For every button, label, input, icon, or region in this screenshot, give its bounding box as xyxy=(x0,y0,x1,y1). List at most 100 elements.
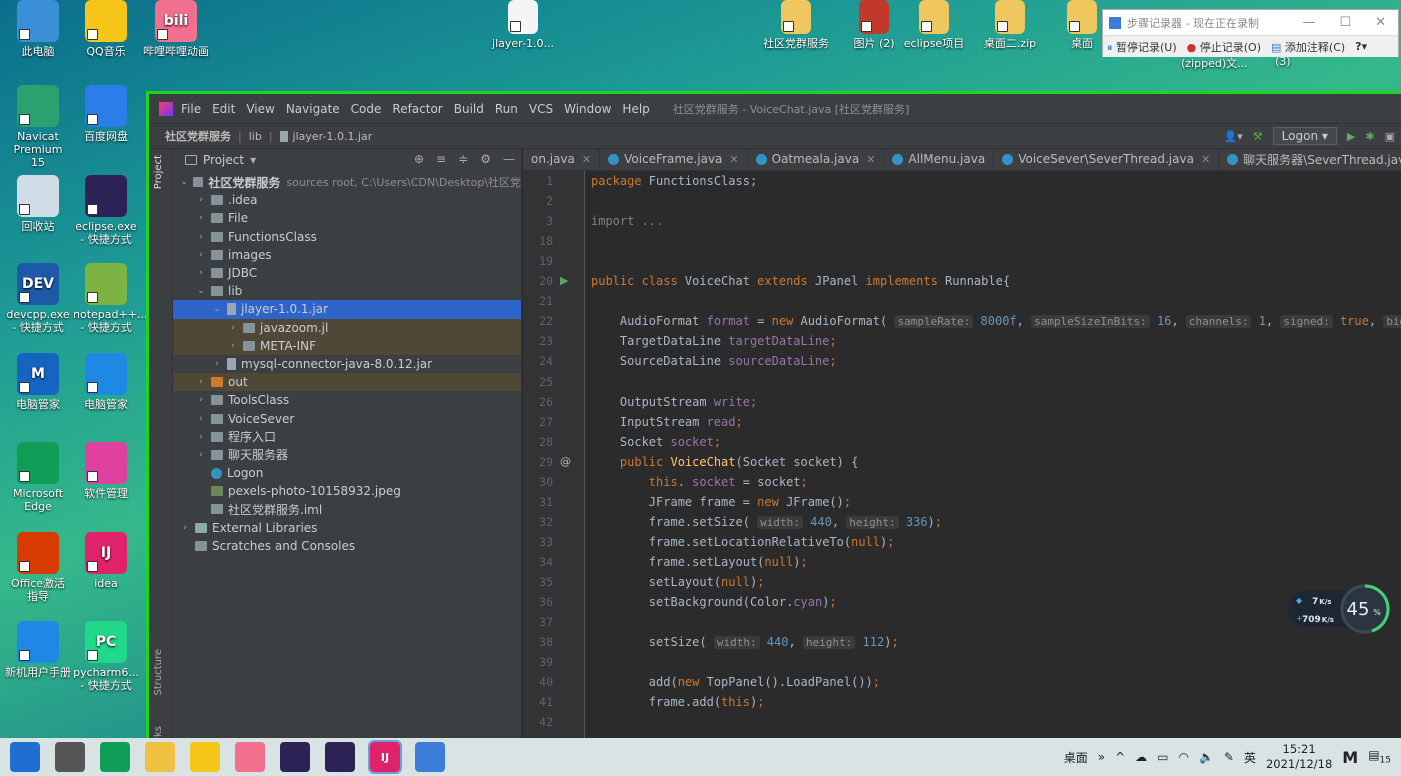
stop-record-button[interactable]: ● 停止记录(O) xyxy=(1187,39,1261,55)
desktop-icon[interactable]: M 电脑管家 xyxy=(5,353,71,411)
close-icon[interactable]: ✕ xyxy=(729,153,738,166)
expand-all-icon[interactable]: ≡ xyxy=(436,152,446,166)
ime-indicator[interactable]: 英 xyxy=(1244,749,1256,766)
hide-icon[interactable]: — xyxy=(503,152,515,166)
project-panel-title[interactable]: Project xyxy=(203,153,244,167)
project-tree-item[interactable]: › out xyxy=(173,373,521,392)
editor-tab[interactable]: Oatmeala.java ✕ xyxy=(748,149,885,170)
task-view-button[interactable] xyxy=(55,742,85,772)
chevron-right-icon[interactable]: › xyxy=(195,195,207,205)
project-tree-item[interactable]: › javazoom.jl xyxy=(173,318,521,337)
desktop-icon[interactable]: eclipse.exe - 快捷方式 xyxy=(73,175,139,246)
chevron-right-icon[interactable]: › xyxy=(195,450,207,460)
clock[interactable]: 15:21 2021/12/18 xyxy=(1266,742,1332,772)
chevron-right-icon[interactable]: › xyxy=(227,323,239,333)
breadcrumb-jar[interactable]: jlayer-1.0.1.jar xyxy=(293,130,373,143)
coverage-icon[interactable]: ▣ xyxy=(1385,130,1395,143)
desktop-icon[interactable]: 回收站 xyxy=(5,175,71,233)
menu-item-code[interactable]: Code xyxy=(351,102,382,116)
desktop-icon[interactable]: 新机用户手册 xyxy=(5,621,71,679)
desktop-icon[interactable]: 软件管理 xyxy=(73,442,139,500)
project-tree-item[interactable]: ⌄ 社区党群服务 sources root, C:\Users\CDN\Deskto… xyxy=(173,173,521,191)
chevron-right-icon[interactable]: › xyxy=(195,213,207,223)
chevron-right-icon[interactable]: › xyxy=(195,414,207,424)
chevron-right-icon[interactable]: › xyxy=(195,268,207,278)
wifi-icon[interactable]: ◠ xyxy=(1178,750,1188,764)
notification-icon[interactable]: ▤15 xyxy=(1368,748,1391,765)
chevron-right-icon[interactable]: › xyxy=(227,341,239,351)
project-tree-item[interactable]: › External Libraries xyxy=(173,519,521,537)
eclipse-button-1[interactable] xyxy=(280,742,310,772)
close-icon[interactable]: ✕ xyxy=(1201,153,1210,166)
project-tree-item[interactable]: › ToolsClass xyxy=(173,391,521,409)
battery-icon[interactable]: ▭ xyxy=(1157,750,1168,764)
menu-item-edit[interactable]: Edit xyxy=(212,102,235,116)
desktop-icon[interactable]: PC pycharm6... - 快捷方式 xyxy=(73,621,139,692)
project-tree-item[interactable]: ⌄ lib xyxy=(173,282,521,300)
run-icon[interactable]: ▶ xyxy=(1347,130,1355,143)
desktop-toolbar-label[interactable]: 桌面 xyxy=(1064,749,1088,766)
project-tool-tab[interactable]: Project xyxy=(153,155,164,189)
project-tree-item[interactable]: pexels-photo-10158932.jpeg xyxy=(173,482,521,500)
structure-tool-tab[interactable]: Structure xyxy=(153,649,164,696)
chevron-down-icon[interactable]: ⌄ xyxy=(179,177,189,187)
menu-item-file[interactable]: File xyxy=(181,102,201,116)
chevron-right-icon[interactable]: › xyxy=(195,432,207,442)
desktop-icon[interactable]: 桌面二.zip xyxy=(974,0,1046,50)
editor-tab[interactable]: VoiceFrame.java ✕ xyxy=(600,149,748,170)
gear-icon[interactable]: ⚙ xyxy=(480,152,491,166)
menu-item-build[interactable]: Build xyxy=(454,102,484,116)
user-icon[interactable]: 👤▾ xyxy=(1224,130,1243,143)
desktop-icon[interactable]: 此电脑 xyxy=(5,0,71,58)
chevron-right-icon[interactable]: › xyxy=(179,523,191,533)
desktop-icon[interactable]: 社区党群服务 xyxy=(760,0,832,50)
minimize-icon[interactable]: — xyxy=(1302,15,1315,30)
breadcrumb-lib[interactable]: lib xyxy=(249,130,262,143)
edge-button[interactable] xyxy=(100,742,130,772)
bilibili-button[interactable] xyxy=(235,742,265,772)
desktop-icon[interactable]: QQ音乐 xyxy=(73,0,139,58)
qqmusic-button[interactable] xyxy=(190,742,220,772)
project-tree-item[interactable]: › File xyxy=(173,209,521,227)
chevron-right-icon[interactable]: › xyxy=(211,359,223,369)
collapse-all-icon[interactable]: ≑ xyxy=(458,152,468,166)
pause-record-button[interactable]: ⏸ 暂停记录(U) xyxy=(1107,39,1177,55)
desktop-icon[interactable]: Navicat Premium 15 xyxy=(5,85,71,169)
start-button[interactable] xyxy=(10,742,40,772)
pc-manager-tray-icon[interactable]: M xyxy=(1342,748,1358,767)
desktop-icon[interactable]: eclipse项目 xyxy=(898,0,970,50)
project-tree-item[interactable]: Logon xyxy=(173,464,521,482)
project-tree-item[interactable]: › JDBC xyxy=(173,264,521,282)
chevron-right-icon[interactable]: › xyxy=(195,250,207,260)
project-tree-item[interactable]: › images xyxy=(173,246,521,264)
chevron-down-icon[interactable]: ⌄ xyxy=(211,304,223,314)
network-speed-widget[interactable]: ◆ 7K/s + 709K/s 45 % xyxy=(1288,582,1392,636)
editor-tab[interactable]: 聊天服务器\SeverThread.java✕ xyxy=(1219,149,1401,170)
debug-icon[interactable]: ✱ xyxy=(1365,130,1374,143)
desktop-icon[interactable]: notepad++... - 快捷方式 xyxy=(73,263,147,334)
tray-overflow-icon[interactable]: ^ xyxy=(1115,750,1125,764)
menu-item-run[interactable]: Run xyxy=(495,102,518,116)
desktop-icon[interactable]: bili 哔哩哔哩动画 xyxy=(143,0,209,58)
project-tree-item[interactable]: 社区党群服务.iml xyxy=(173,500,521,518)
chevron-right-icon[interactable]: › xyxy=(195,232,207,242)
close-icon[interactable]: ✕ xyxy=(582,153,591,166)
desktop-icon[interactable]: 百度网盘 xyxy=(73,85,139,143)
editor-tab[interactable]: VoiceSever\SeverThread.java ✕ xyxy=(994,149,1220,170)
project-tree-item[interactable]: › VoiceSever xyxy=(173,409,521,427)
desktop-icon[interactable]: Office激活 指导 xyxy=(5,532,71,603)
menu-item-navigate[interactable]: Navigate xyxy=(286,102,340,116)
menu-item-help[interactable]: Help xyxy=(622,102,649,116)
project-tree-item[interactable]: › META-INF xyxy=(173,336,521,355)
maximize-icon[interactable]: ☐ xyxy=(1339,15,1351,30)
build-hammer-icon[interactable]: ⚒ xyxy=(1253,130,1263,143)
project-tree-item[interactable]: › 聊天服务器 xyxy=(173,446,521,464)
run-config-select[interactable]: Logon ▾ xyxy=(1272,127,1337,145)
project-tree-item[interactable]: › FunctionsClass xyxy=(173,228,521,246)
chevron-down-icon[interactable]: ⌄ xyxy=(195,286,207,296)
close-icon[interactable]: ✕ xyxy=(1375,15,1386,30)
add-comment-button[interactable]: ▤ 添加注释(C) xyxy=(1271,39,1345,55)
desktop-icon[interactable]: 电脑管家 xyxy=(73,353,139,411)
project-tree-item[interactable]: › .idea xyxy=(173,191,521,209)
editor-tab[interactable]: AllMenu.java xyxy=(884,149,995,170)
